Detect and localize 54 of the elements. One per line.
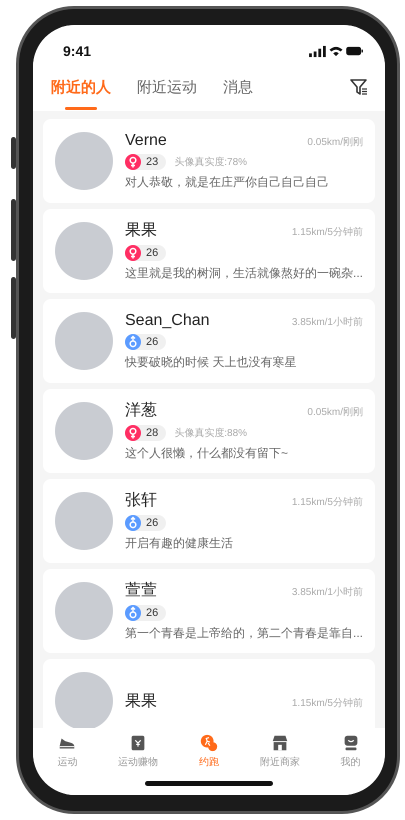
age-text: 26 (146, 607, 158, 619)
distance-time: 1.15km/5分钟前 (292, 226, 363, 239)
age-text: 26 (146, 517, 158, 529)
tab-underline (65, 106, 97, 110)
user-name: 萱萱 (125, 580, 157, 601)
user-card[interactable]: 果果 1.15km/5分钟前 26 这里就是我的树洞，生活就像熬好的一碗杂... (43, 209, 375, 293)
user-name: 张轩 (125, 490, 157, 511)
distance-time: 0.05km/刚刚 (307, 136, 363, 148)
distance-time: 0.05km/刚刚 (307, 406, 363, 419)
user-bio: 这里就是我的树洞，生活就像熬好的一碗杂... (125, 265, 363, 282)
age-text: 23 (146, 156, 158, 168)
user-name: Sean_Chan (125, 312, 210, 330)
nav-item[interactable]: 约跑 (198, 733, 219, 771)
filter-icon[interactable] (349, 77, 369, 97)
male-icon (125, 515, 141, 531)
female-icon (125, 245, 141, 261)
nav-item[interactable]: 我的 (340, 733, 361, 771)
user-card[interactable]: Verne 0.05km/刚刚 23 头像真实度:78% 对人恭敬，就是在庄严你自己自己自己 (43, 119, 375, 203)
nav-item[interactable]: 运动 (57, 733, 78, 771)
female-icon (125, 154, 141, 170)
distance-time: 1.15km/5分钟前 (292, 696, 363, 710)
age-text: 28 (146, 427, 158, 439)
distance-time: 1.15km/5分钟前 (292, 496, 363, 509)
avatar-authenticity: 头像真实度:78% (174, 156, 248, 168)
user-name: 果果 (125, 692, 157, 712)
distance-time: 3.85km/1小时前 (292, 316, 363, 328)
user-card[interactable]: 张轩 1.15km/5分钟前 26 开启有趣的健康生活 (43, 479, 375, 563)
avatar-photo (55, 672, 113, 728)
age-text: 26 (146, 336, 158, 348)
user-name: 洋葱 (125, 400, 157, 421)
status-icons (309, 44, 363, 58)
runner-chat-icon (198, 733, 219, 753)
user-name: 果果 (125, 221, 157, 241)
female-icon (125, 425, 141, 441)
user-bio: 对人恭敬，就是在庄严你自己自己自己 (125, 174, 330, 190)
user-bio: 这个人很懒，什么都没有留下~ (125, 445, 290, 462)
user-bio: 快要破晓的时候 天上也没有寒星 (125, 354, 298, 370)
male-icon (125, 605, 141, 621)
avatar-authenticity: 头像真实度:88% (174, 426, 248, 440)
user-card[interactable]: Sean_Chan 3.85km/1小时前 26 快要破晓的时候 天上也没有寒星 (43, 299, 375, 383)
nav-item[interactable]: 运动赚物 (118, 733, 158, 771)
distance-time: 3.85km/1小时前 (292, 586, 363, 599)
nav-item[interactable]: 附近商家 (260, 733, 300, 771)
user-card[interactable]: 果果 1.15km/5分钟前 (43, 659, 375, 728)
male-icon (125, 334, 141, 350)
user-bio: 开启有趣的健康生活 (125, 535, 234, 552)
tab[interactable]: 消息 (223, 68, 253, 106)
status-time: 9:41 (63, 43, 92, 59)
tab[interactable]: 附近运动 (137, 68, 197, 106)
age-text: 26 (146, 247, 158, 259)
user-bio: 第一个青春是上帝给的，第二个青春是靠自... (125, 625, 363, 642)
user-card[interactable]: 萱萱 3.85km/1小时前 26 第一个青春是上帝给的，第二个青春是靠自... (43, 569, 375, 653)
user-card[interactable]: 洋葱 0.05km/刚刚 28 头像真实度:88% 这个人很懒，什么都没有留下~ (43, 389, 375, 473)
user-name: Verne (125, 132, 167, 150)
